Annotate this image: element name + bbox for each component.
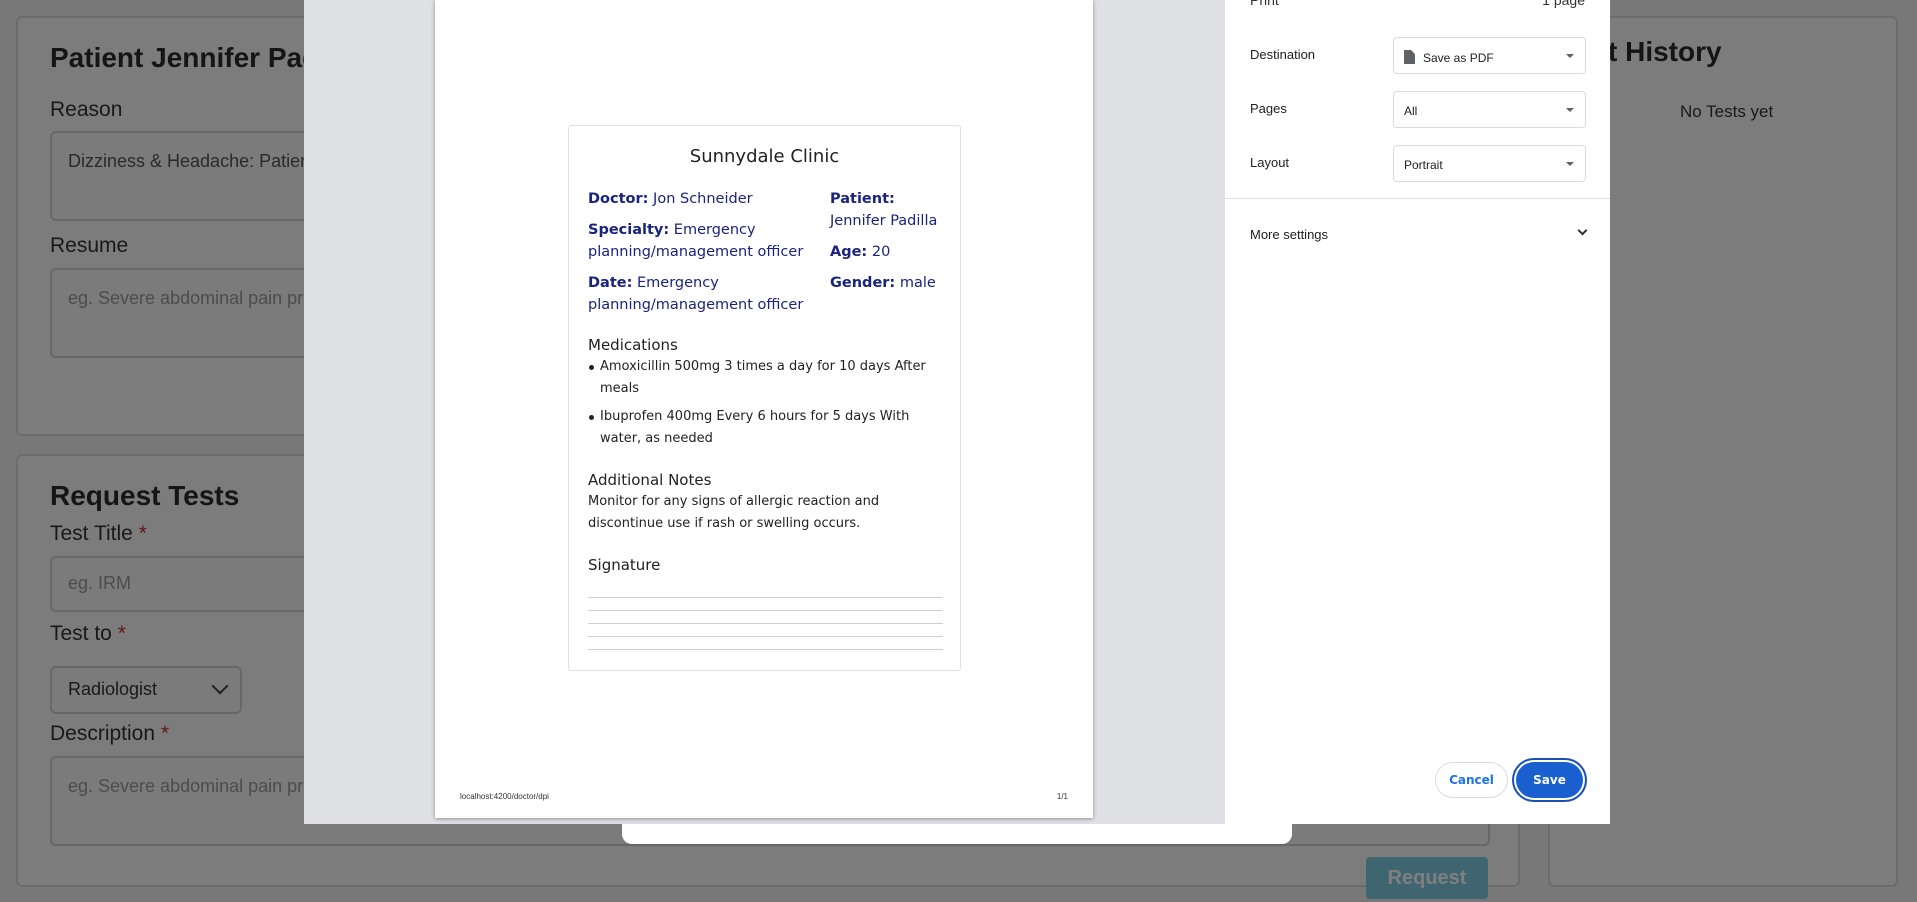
- chevron-down-icon[interactable]: [1577, 225, 1588, 236]
- signature-line: [588, 597, 943, 598]
- signature-line: [588, 623, 943, 624]
- print-settings-panel: Print 1 page Destination Save as PDF Pag…: [1225, 0, 1610, 824]
- layout-label: Layout: [1250, 155, 1290, 170]
- pages-value: All: [1404, 104, 1418, 118]
- print-dialog: Sunnydale Clinic Doctor: Jon Schneider S…: [304, 0, 1610, 824]
- doctor-row: Doctor: Jon Schneider: [588, 191, 753, 207]
- signature-line: [588, 636, 943, 637]
- pages-label: Pages: [1250, 101, 1287, 116]
- medication-item: Ibuprofen 400mg Every 6 hours for 5 days…: [588, 406, 943, 450]
- dropdown-arrow-icon: [1566, 54, 1574, 58]
- notes-text: Monitor for any signs of allergic reacti…: [588, 494, 880, 531]
- page-footer-url: localhost:4200/doctor/dpi: [460, 792, 549, 801]
- clinic-name: Sunnydale Clinic: [689, 146, 840, 167]
- more-settings-toggle[interactable]: More settings: [1250, 227, 1328, 242]
- print-preview-page: Sunnydale Clinic Doctor: Jon Schneider S…: [435, 0, 1093, 818]
- prescription-card: Sunnydale Clinic Doctor: Jon Schneider S…: [568, 125, 961, 671]
- save-button[interactable]: Save: [1516, 762, 1583, 798]
- signature-line: [588, 649, 943, 650]
- dropdown-arrow-icon: [1566, 162, 1574, 166]
- page-count: 1 page: [1542, 0, 1585, 8]
- signature-heading: Signature: [588, 556, 661, 574]
- signature-line: [588, 610, 943, 611]
- gender-row: Gender: male: [830, 275, 936, 291]
- print-title: Print: [1250, 0, 1279, 8]
- destination-label: Destination: [1250, 47, 1316, 62]
- date-row: Date: Emergency planning/management offi…: [588, 275, 804, 313]
- dialog-underlay: [622, 822, 1292, 844]
- destination-value: Save as PDF: [1423, 51, 1494, 65]
- pages-select[interactable]: All: [1393, 91, 1586, 128]
- page-footer-number: 1/1: [1056, 792, 1068, 801]
- specialty-row: Specialty: Emergency planning/management…: [588, 222, 804, 260]
- age-row: Age: 20: [830, 244, 891, 260]
- medications-list: Amoxicillin 500mg 3 times a day for 10 d…: [588, 356, 943, 456]
- medication-item: Amoxicillin 500mg 3 times a day for 10 d…: [588, 356, 943, 400]
- layout-select[interactable]: Portrait: [1393, 145, 1586, 182]
- cancel-button[interactable]: Cancel: [1435, 762, 1508, 798]
- layout-value: Portrait: [1404, 158, 1443, 172]
- patient-row: Patient: Jennifer Padilla: [830, 191, 938, 229]
- settings-divider: [1225, 198, 1610, 199]
- document-icon: [1404, 50, 1415, 64]
- dropdown-arrow-icon: [1566, 108, 1574, 112]
- medications-heading: Medications: [588, 336, 678, 354]
- notes-heading: Additional Notes: [588, 471, 712, 489]
- destination-select[interactable]: Save as PDF: [1393, 37, 1586, 74]
